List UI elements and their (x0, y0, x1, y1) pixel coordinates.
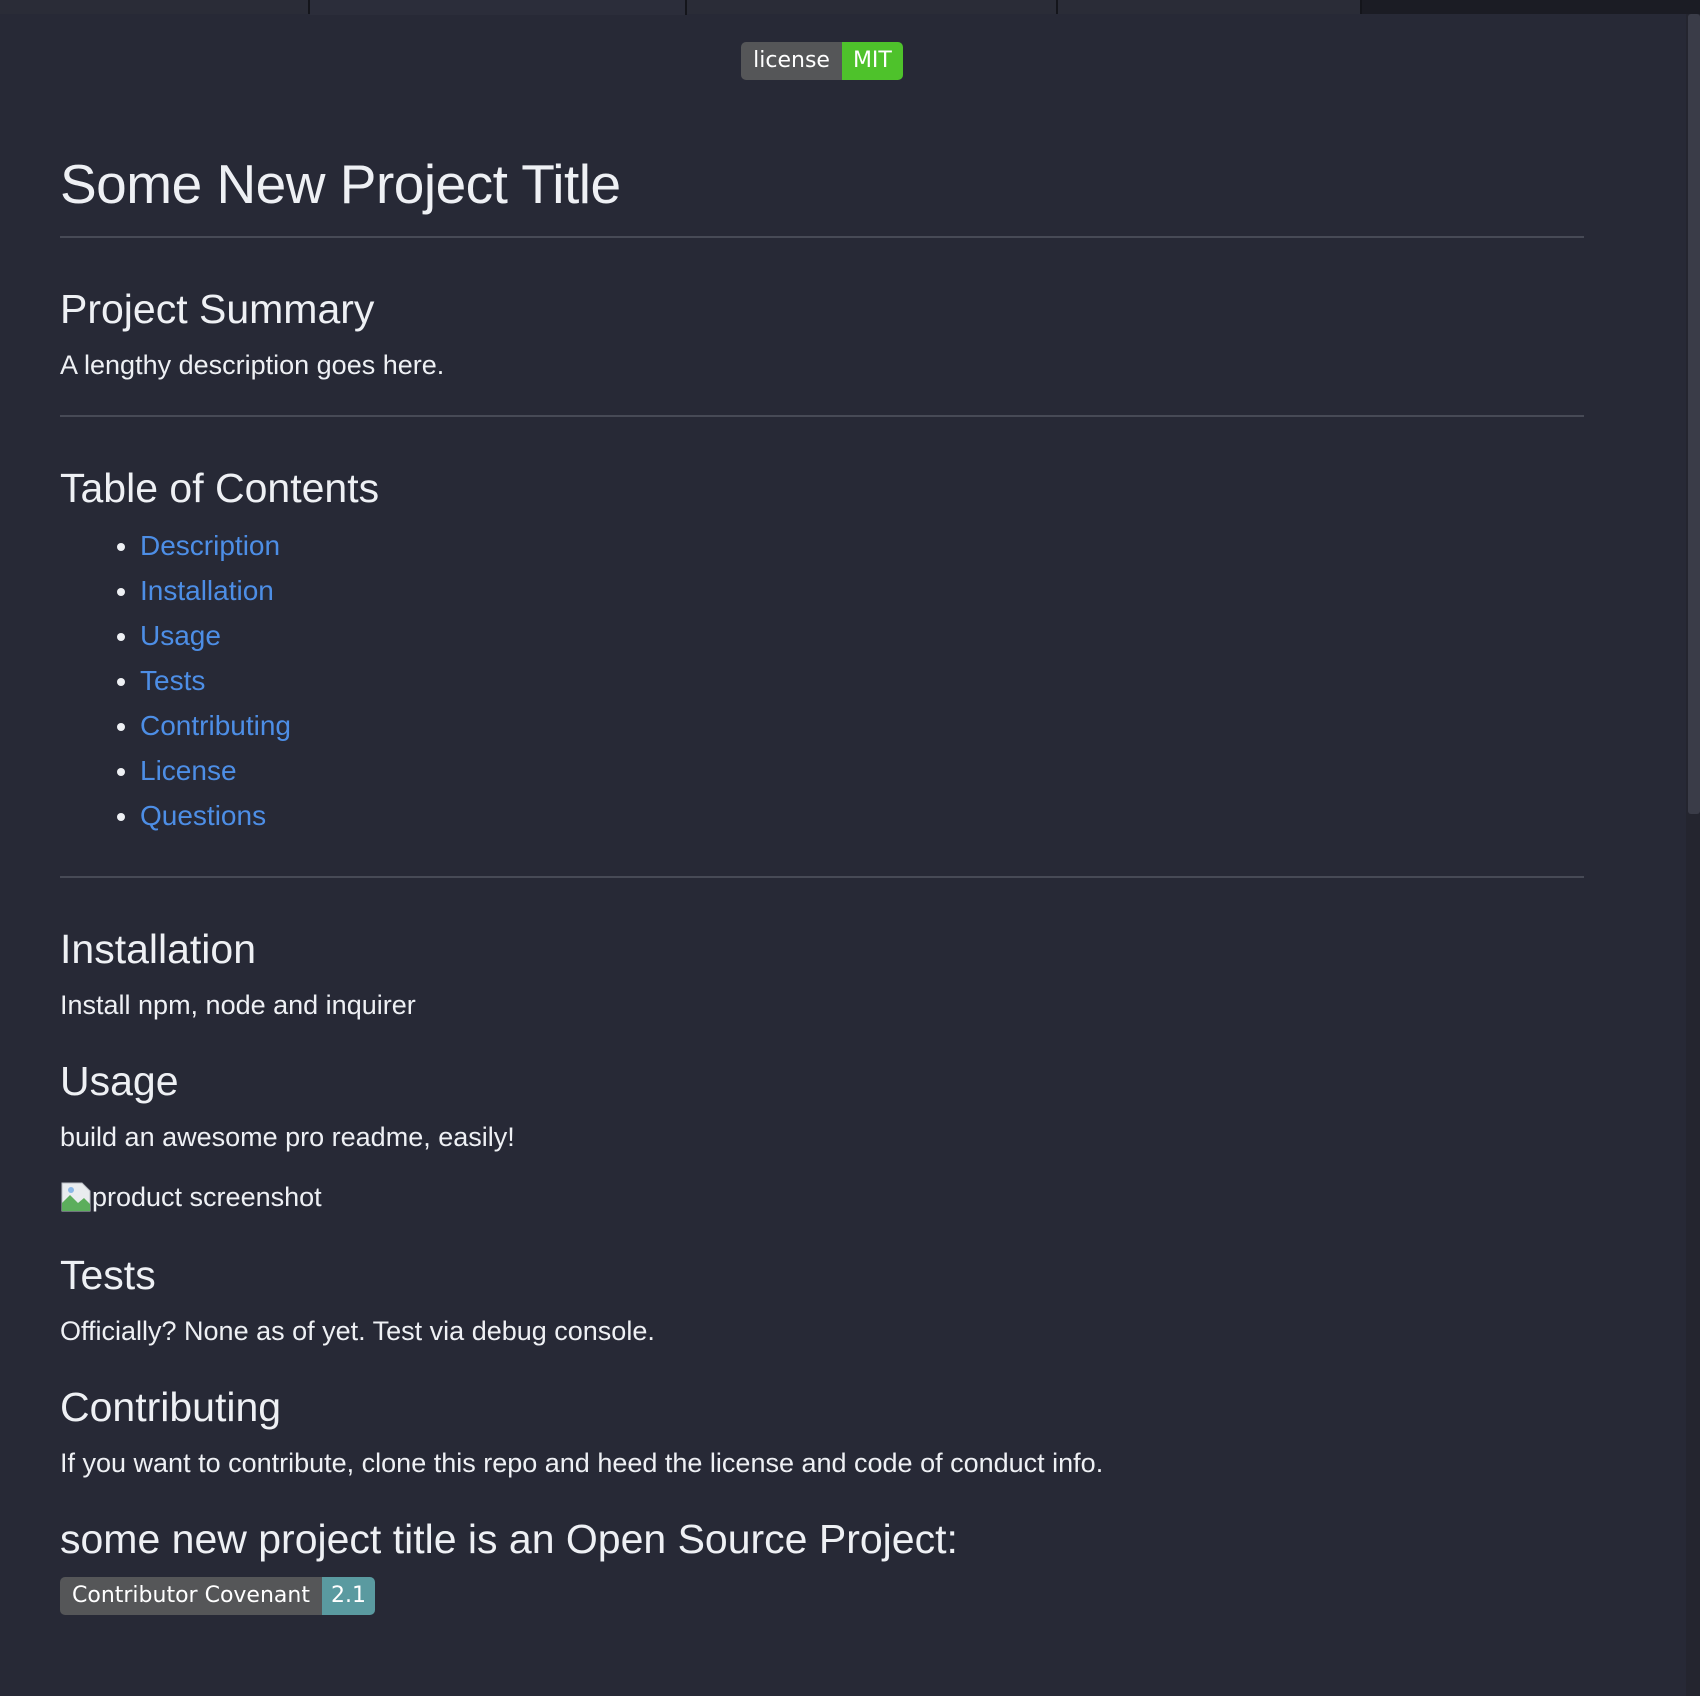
installation-heading: Installation (60, 926, 257, 972)
license-badge-label: license (741, 42, 842, 80)
page-title: Some New Project Title (60, 154, 1584, 238)
broken-image-icon (60, 1181, 92, 1213)
toc-item: Tests (140, 658, 1584, 703)
contributing-heading: Contributing (60, 1384, 282, 1430)
toc-item: Questions (140, 793, 1584, 838)
divider (60, 876, 1584, 878)
toc-link-usage[interactable]: Usage (140, 620, 221, 651)
covenant-badge-label: Contributor Covenant (60, 1577, 322, 1615)
editor-tab[interactable] (0, 0, 310, 14)
tests-heading: Tests (60, 1252, 156, 1298)
editor-tab-bar (0, 0, 1700, 15)
toc-item: License (140, 748, 1584, 793)
editor-tab-active[interactable] (310, 0, 687, 15)
toc-link-tests[interactable]: Tests (140, 665, 205, 696)
toc-link-description[interactable]: Description (140, 530, 280, 561)
license-badge[interactable]: license MIT (741, 42, 903, 80)
summary-heading: Project Summary (60, 286, 375, 332)
contributor-covenant-badge[interactable]: Contributor Covenant 2.1 (60, 1577, 375, 1615)
editor-tab[interactable] (1058, 0, 1362, 14)
usage-heading: Usage (60, 1058, 179, 1104)
usage-text: build an awesome pro readme, easily! (60, 1122, 515, 1152)
toc-item: Installation (140, 568, 1584, 613)
toc-list: Description Installation Usage Tests Con… (60, 523, 1584, 838)
toc-link-contributing[interactable]: Contributing (140, 710, 291, 741)
scrollbar-thumb[interactable] (1688, 14, 1700, 814)
contributing-text: If you want to contribute, clone this re… (60, 1448, 1104, 1478)
markdown-preview: license MIT Some New Project Title Proje… (60, 14, 1584, 1615)
license-badge-row: license MIT (60, 14, 1584, 96)
product-screenshot-alt: product screenshot (92, 1182, 322, 1212)
editor-tab[interactable] (687, 0, 1058, 14)
installation-text: Install npm, node and inquirer (60, 990, 416, 1020)
covenant-badge-row: Contributor Covenant 2.1 (60, 1577, 1584, 1615)
covenant-badge-value: 2.1 (321, 1577, 375, 1615)
toc-item: Usage (140, 613, 1584, 658)
divider (60, 415, 1584, 417)
open-source-heading: some new project title is an Open Source… (60, 1516, 958, 1562)
toc-item: Description (140, 523, 1584, 568)
toc-heading: Table of Contents (60, 465, 380, 511)
license-badge-value: MIT (841, 42, 903, 80)
tests-text: Officially? None as of yet. Test via deb… (60, 1316, 655, 1346)
toc-item: Contributing (140, 703, 1584, 748)
product-screenshot-image: product screenshot (60, 1180, 1584, 1214)
toc-link-installation[interactable]: Installation (140, 575, 274, 606)
toc-link-license[interactable]: License (140, 755, 237, 786)
summary-text: A lengthy description goes here. (60, 350, 445, 380)
toc-link-questions[interactable]: Questions (140, 800, 266, 831)
